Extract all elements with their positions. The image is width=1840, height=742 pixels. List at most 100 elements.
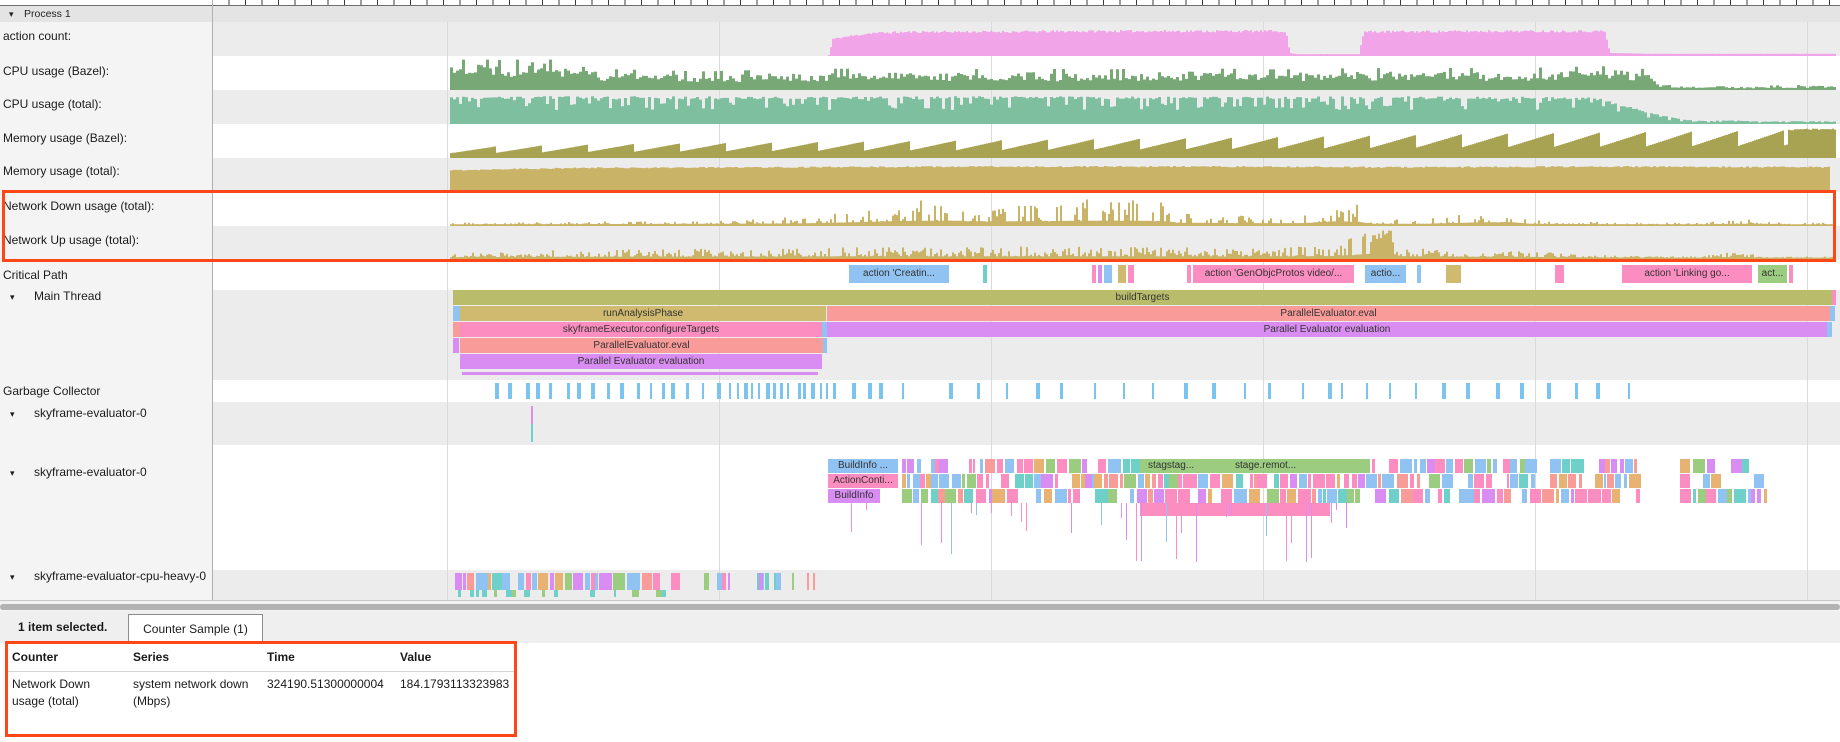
trace-slice[interactable] bbox=[1832, 290, 1836, 305]
trace-slice[interactable] bbox=[728, 573, 730, 590]
gc-slice[interactable] bbox=[977, 383, 980, 399]
trace-slice[interactable] bbox=[1124, 474, 1137, 488]
trace-slice[interactable] bbox=[1446, 265, 1461, 283]
gc-slice[interactable] bbox=[549, 383, 552, 399]
trace-slice[interactable] bbox=[1413, 489, 1423, 503]
trace-slice[interactable] bbox=[1487, 459, 1491, 473]
trace-slice[interactable] bbox=[662, 590, 666, 597]
trace-slice[interactable] bbox=[1280, 489, 1287, 503]
gc-slice[interactable] bbox=[902, 383, 904, 399]
trace-slice[interactable] bbox=[1706, 489, 1716, 503]
counter-chart-mem_total[interactable] bbox=[213, 158, 1840, 192]
trace-slice[interactable]: buildTargets bbox=[453, 290, 1832, 305]
gc-slice[interactable] bbox=[1366, 383, 1368, 399]
trace-slice[interactable] bbox=[917, 459, 922, 473]
trace-slice[interactable] bbox=[1337, 474, 1339, 488]
trace-slice[interactable] bbox=[1830, 306, 1835, 321]
gc-slice[interactable] bbox=[729, 383, 731, 399]
trace-slice[interactable] bbox=[531, 424, 533, 442]
gc-slice[interactable] bbox=[1184, 383, 1188, 399]
trace-slice[interactable] bbox=[1001, 474, 1009, 488]
trace-slice[interactable] bbox=[1624, 474, 1627, 488]
trace-slice[interactable] bbox=[554, 590, 558, 597]
trace-slice[interactable] bbox=[765, 573, 769, 590]
gc-slice[interactable] bbox=[820, 383, 822, 399]
gc-slice[interactable] bbox=[1094, 383, 1096, 399]
gc-slice[interactable] bbox=[1547, 383, 1551, 399]
track-label-6[interactable]: Network Up usage (total): bbox=[0, 232, 212, 248]
track-label-9[interactable]: Garbage Collector bbox=[0, 383, 212, 399]
trace-slice[interactable]: skyframeExecutor.configureTargets bbox=[460, 322, 822, 337]
gc-slice[interactable] bbox=[1212, 383, 1216, 399]
trace-slice[interactable] bbox=[518, 573, 524, 590]
trace-slice[interactable] bbox=[1559, 474, 1567, 488]
trace-slice[interactable] bbox=[902, 459, 906, 473]
gc-slice[interactable] bbox=[591, 383, 595, 399]
trace-slice[interactable]: BuildInfo ... bbox=[828, 459, 898, 473]
trace-slice[interactable] bbox=[1718, 489, 1727, 503]
trace-slice[interactable] bbox=[1550, 474, 1557, 488]
scrollbar-thumb[interactable] bbox=[0, 604, 1840, 610]
track-label-10[interactable]: ▾skyframe-evaluator-0 bbox=[0, 405, 212, 421]
trace-slice[interactable] bbox=[1046, 459, 1055, 473]
trace-slice[interactable] bbox=[614, 590, 616, 597]
trace-slice[interactable] bbox=[977, 474, 983, 488]
trace-slice[interactable] bbox=[1571, 489, 1574, 503]
gc-slice[interactable] bbox=[620, 383, 624, 399]
trace-slice[interactable] bbox=[992, 489, 1005, 503]
trace-slice[interactable] bbox=[1420, 459, 1426, 473]
collapse-arrow-icon[interactable]: ▾ bbox=[10, 289, 15, 305]
trace-slice[interactable] bbox=[1169, 474, 1177, 488]
trace-slice[interactable] bbox=[1520, 459, 1525, 473]
cell-time[interactable]: 324190.51300000004 bbox=[267, 676, 395, 693]
trace-slice[interactable] bbox=[1764, 489, 1767, 503]
trace-slice[interactable] bbox=[907, 459, 913, 473]
trace-slice[interactable] bbox=[792, 573, 794, 590]
trace-slice[interactable] bbox=[1727, 489, 1732, 503]
trace-slice[interactable] bbox=[1731, 459, 1742, 473]
trace-slice[interactable]: action 'Linking go... bbox=[1622, 265, 1752, 283]
trace-slice[interactable] bbox=[1497, 489, 1502, 503]
gc-slice[interactable] bbox=[1123, 383, 1125, 399]
trace-slice[interactable] bbox=[1629, 474, 1642, 488]
gc-slice[interactable] bbox=[833, 383, 836, 399]
trace-slice[interactable] bbox=[526, 573, 531, 590]
trace-slice[interactable] bbox=[979, 489, 986, 503]
trace-slice[interactable] bbox=[1827, 322, 1832, 337]
trace-slice[interactable]: ParallelEvaluator.eval bbox=[460, 338, 823, 353]
trace-slice[interactable] bbox=[1355, 489, 1360, 503]
trace-slice[interactable] bbox=[907, 474, 910, 488]
trace-slice[interactable] bbox=[1634, 459, 1637, 473]
trace-slice[interactable] bbox=[1507, 474, 1510, 488]
trace-slice[interactable] bbox=[1410, 474, 1415, 488]
trace-slice[interactable] bbox=[632, 573, 640, 590]
trace-slice[interactable] bbox=[1128, 265, 1134, 283]
trace-slice[interactable]: action 'GenObjcProtos video/... bbox=[1193, 265, 1354, 283]
trace-slice[interactable] bbox=[983, 265, 987, 283]
trace-slice[interactable] bbox=[1145, 474, 1149, 488]
trace-slice[interactable] bbox=[1482, 489, 1488, 503]
trace-slice[interactable] bbox=[1550, 459, 1560, 473]
trace-slice[interactable] bbox=[1429, 474, 1440, 488]
trace-slice[interactable] bbox=[1308, 474, 1312, 488]
trace-slice[interactable] bbox=[913, 474, 921, 488]
trace-slice[interactable] bbox=[926, 474, 931, 488]
trace-slice[interactable] bbox=[476, 590, 479, 597]
trace-slice[interactable] bbox=[964, 489, 973, 503]
counter-chart-mem_bazel[interactable] bbox=[213, 124, 1840, 158]
trace-slice[interactable] bbox=[1108, 459, 1121, 473]
trace-slice[interactable] bbox=[1290, 474, 1298, 488]
trace-slice[interactable] bbox=[1611, 459, 1617, 473]
counter-chart-cpu_total[interactable] bbox=[213, 90, 1840, 124]
trace-slice[interactable] bbox=[453, 306, 460, 321]
trace-slice[interactable] bbox=[591, 573, 595, 590]
trace-slice[interactable] bbox=[1389, 489, 1399, 503]
trace-slice[interactable] bbox=[1442, 474, 1453, 488]
trace-slice[interactable] bbox=[902, 474, 906, 488]
trace-slice[interactable] bbox=[1561, 489, 1569, 503]
gc-slice[interactable] bbox=[949, 383, 953, 399]
gc-slice[interactable] bbox=[1496, 383, 1500, 399]
trace-slice[interactable] bbox=[1493, 459, 1497, 473]
trace-slice[interactable] bbox=[1015, 474, 1024, 488]
trace-slice[interactable] bbox=[1542, 489, 1554, 503]
